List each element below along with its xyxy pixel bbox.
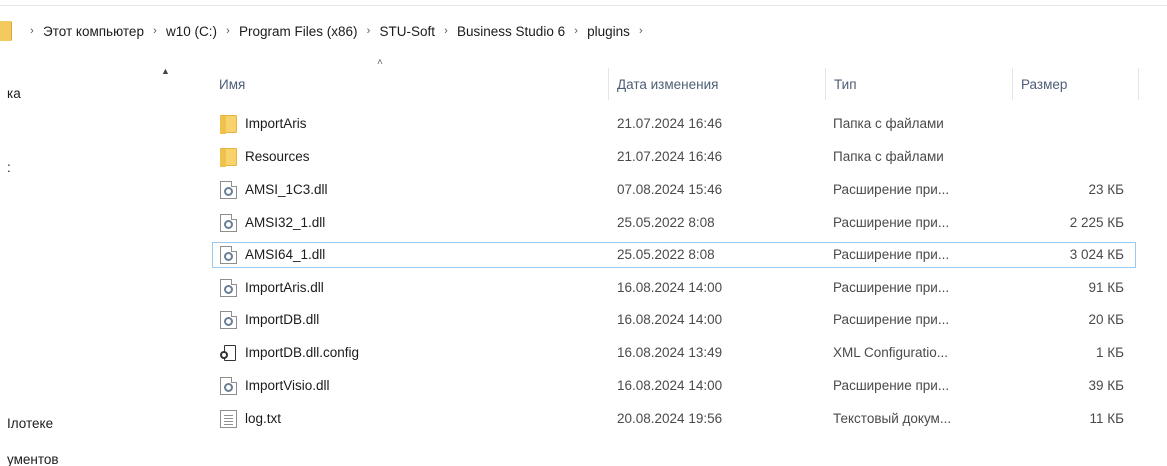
file-row-selected[interactable]: AMSI64_1.dll 25.05.2022 8:08 Расширение … bbox=[212, 242, 1136, 268]
column-divider[interactable] bbox=[608, 68, 609, 100]
file-row[interactable]: Resources 21.07.2024 16:46 Папка с файла… bbox=[212, 144, 1136, 170]
file-type: Папка с файлами bbox=[833, 116, 944, 131]
dll-file-icon bbox=[220, 181, 237, 199]
file-row[interactable]: ImportDB.dll.config 16.08.2024 13:49 XML… bbox=[212, 340, 1136, 366]
file-type: Папка с файлами bbox=[833, 149, 944, 164]
file-type: Расширение при... bbox=[833, 312, 950, 327]
file-type: XML Configuratio... bbox=[833, 345, 949, 360]
column-header-type[interactable]: Тип bbox=[834, 70, 1004, 98]
column-headers: Имя Дата изменения Тип Размер bbox=[0, 60, 1167, 100]
file-size: 11 КБ bbox=[1089, 411, 1125, 426]
file-name: ImportVisio.dll bbox=[245, 378, 330, 393]
dll-file-icon bbox=[220, 214, 237, 232]
file-size: 39 КБ bbox=[1088, 378, 1125, 393]
file-date: 16.08.2024 14:00 bbox=[617, 378, 723, 393]
breadcrumb-item-drive[interactable]: › w10 (C:) bbox=[145, 24, 218, 39]
breadcrumb-item-computer[interactable]: › Этот компьютер bbox=[22, 24, 145, 39]
file-name: ImportAris.dll bbox=[245, 280, 324, 295]
file-size: 3 024 КБ bbox=[1069, 247, 1124, 262]
file-type: Расширение при... bbox=[833, 378, 950, 393]
nav-item[interactable]: Ілотеке bbox=[7, 416, 53, 431]
file-row[interactable]: ImportAris.dll 16.08.2024 14:00 Расширен… bbox=[212, 275, 1136, 301]
file-date: 16.08.2024 14:00 bbox=[617, 312, 723, 327]
breadcrumb-item-business-studio[interactable]: › Business Studio 6 bbox=[436, 24, 566, 39]
navigation-pane: ка : Ілотеке ументов bbox=[0, 60, 190, 466]
chevron-right-icon[interactable]: › bbox=[436, 25, 456, 37]
file-size: 91 КБ bbox=[1088, 280, 1125, 295]
file-date: 16.08.2024 13:49 bbox=[617, 345, 723, 360]
file-date: 16.08.2024 14:00 bbox=[617, 280, 723, 295]
chevron-right-icon[interactable]: › bbox=[359, 25, 379, 37]
column-header-size[interactable]: Размер bbox=[1021, 70, 1131, 98]
chevron-right-icon[interactable]: › bbox=[218, 25, 238, 37]
file-name: AMSI32_1.dll bbox=[245, 215, 326, 230]
window-top-edge bbox=[0, 0, 1167, 6]
file-row[interactable]: ImportVisio.dll 16.08.2024 14:00 Расшире… bbox=[212, 373, 1136, 399]
file-row[interactable]: AMSI_1C3.dll 07.08.2024 15:46 Расширение… bbox=[212, 177, 1136, 203]
dll-file-icon bbox=[220, 311, 237, 329]
file-date: 21.07.2024 16:46 bbox=[617, 149, 723, 164]
dll-file-icon bbox=[220, 279, 237, 297]
file-name: AMSI64_1.dll bbox=[245, 247, 326, 262]
file-size: 20 КБ bbox=[1088, 312, 1125, 327]
text-file-icon bbox=[220, 410, 237, 428]
file-size: 2 225 КБ bbox=[1069, 215, 1124, 230]
file-type: Текстовый докум... bbox=[833, 411, 952, 426]
breadcrumb[interactable]: › Этот компьютер › w10 (C:) › Program Fi… bbox=[0, 18, 1167, 44]
dll-file-icon bbox=[220, 246, 237, 264]
file-row[interactable]: AMSI32_1.dll 25.05.2022 8:08 Расширение … bbox=[212, 210, 1136, 236]
chevron-right-icon[interactable]: › bbox=[631, 25, 651, 37]
file-type: Расширение при... bbox=[833, 247, 950, 262]
file-type: Расширение при... bbox=[833, 215, 950, 230]
file-name: ImportDB.dll bbox=[245, 312, 320, 327]
chevron-right-icon[interactable]: › bbox=[22, 25, 42, 37]
column-header-name[interactable]: Имя bbox=[219, 70, 599, 98]
file-row[interactable]: ImportDB.dll 16.08.2024 14:00 Расширение… bbox=[212, 307, 1136, 333]
file-date: 20.08.2024 19:56 bbox=[617, 411, 723, 426]
sort-ascending-icon: ˄ bbox=[377, 57, 383, 68]
file-date: 25.05.2022 8:08 bbox=[617, 247, 715, 262]
chevron-right-icon[interactable]: › bbox=[566, 25, 586, 37]
file-type: Расширение при... bbox=[833, 182, 950, 197]
breadcrumb-trailing-chevron[interactable]: › bbox=[631, 25, 651, 37]
file-name: AMSI_1C3.dll bbox=[245, 182, 328, 197]
nav-item[interactable]: : bbox=[7, 160, 11, 175]
file-date: 07.08.2024 15:46 bbox=[617, 182, 723, 197]
file-size: 1 КБ bbox=[1096, 345, 1124, 360]
column-divider[interactable] bbox=[825, 68, 826, 100]
chevron-right-icon[interactable]: › bbox=[145, 25, 165, 37]
folder-icon bbox=[220, 148, 237, 167]
file-row[interactable]: log.txt 20.08.2024 19:56 Текстовый докум… bbox=[212, 406, 1136, 432]
file-type: Расширение при... bbox=[833, 280, 950, 295]
column-divider[interactable] bbox=[1012, 68, 1013, 100]
file-name: ImportAris bbox=[245, 116, 307, 131]
breadcrumb-item-plugins[interactable]: › plugins bbox=[566, 24, 631, 39]
nav-item[interactable]: ументов bbox=[7, 452, 59, 466]
dll-file-icon bbox=[220, 377, 237, 395]
breadcrumb-item-program-files[interactable]: › Program Files (x86) bbox=[218, 24, 359, 39]
file-name: log.txt bbox=[245, 411, 282, 426]
folder-icon bbox=[0, 21, 12, 41]
folder-icon bbox=[220, 115, 237, 134]
file-size: 23 КБ bbox=[1088, 182, 1125, 197]
config-file-icon bbox=[220, 344, 237, 362]
file-date: 21.07.2024 16:46 bbox=[617, 116, 723, 131]
file-row[interactable]: ImportAris 21.07.2024 16:46 Папка с файл… bbox=[212, 111, 1136, 137]
file-date: 25.05.2022 8:08 bbox=[617, 215, 715, 230]
file-name: Resources bbox=[245, 149, 310, 164]
column-divider[interactable] bbox=[1138, 68, 1139, 100]
breadcrumb-item-stu-soft[interactable]: › STU-Soft bbox=[359, 24, 437, 39]
file-name: ImportDB.dll.config bbox=[245, 345, 360, 360]
column-header-date[interactable]: Дата изменения bbox=[617, 70, 817, 98]
